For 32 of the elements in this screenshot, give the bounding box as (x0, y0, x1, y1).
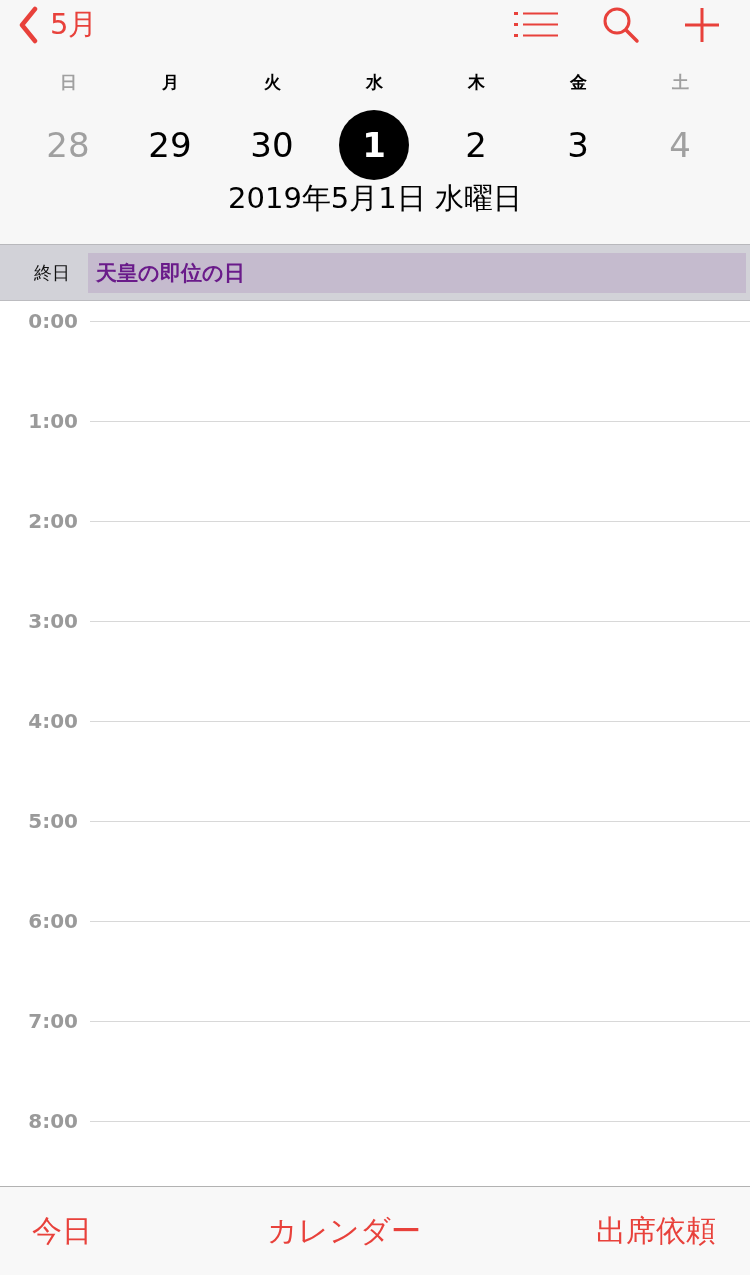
hour-label: 2:00 (27, 509, 79, 533)
selected-date: 2019年5月1日 水曜日 (228, 180, 522, 216)
day-button[interactable]: 30 (237, 110, 307, 180)
day-button[interactable]: 3 (543, 110, 613, 180)
toolbar-button[interactable]: 今日 (32, 1210, 92, 1252)
hour-label: 5:00 (27, 809, 79, 833)
weekday-label: 水 (365, 72, 383, 92)
day-button[interactable]: 2 (441, 110, 511, 180)
hour-label: 0:00 (27, 309, 79, 333)
hour-label: 6:00 (27, 909, 79, 933)
add-icon[interactable] (684, 7, 720, 43)
weekday-label: 木 (467, 72, 485, 92)
hour-label: 4:00 (27, 709, 79, 733)
weekday-label: 日 (59, 72, 77, 92)
weekday-label: 金 (569, 72, 587, 92)
hour-label: 8:00 (27, 1109, 79, 1133)
day-button[interactable]: 29 (135, 110, 205, 180)
weekday-label: 月 (161, 72, 179, 92)
all-day-event[interactable]: 天皇の即位の日 (88, 252, 746, 293)
chevron-icon (18, 6, 38, 44)
list-icon[interactable] (514, 10, 558, 40)
weekday-label: 土 (671, 72, 689, 92)
search-icon[interactable] (602, 6, 640, 44)
back-button[interactable]: 5月 (18, 5, 98, 45)
toolbar-button[interactable]: カレンダー (267, 1210, 421, 1252)
hour-label: 1:00 (27, 409, 79, 433)
toolbar-button[interactable]: 出席依頼 (596, 1210, 716, 1252)
day-button[interactable]: 1 (339, 110, 409, 180)
weekday-label: 火 (263, 72, 281, 92)
all-day-label: 終日 (33, 260, 71, 285)
hour-label: 7:00 (27, 1009, 79, 1033)
hour-label: 3:00 (27, 609, 79, 633)
